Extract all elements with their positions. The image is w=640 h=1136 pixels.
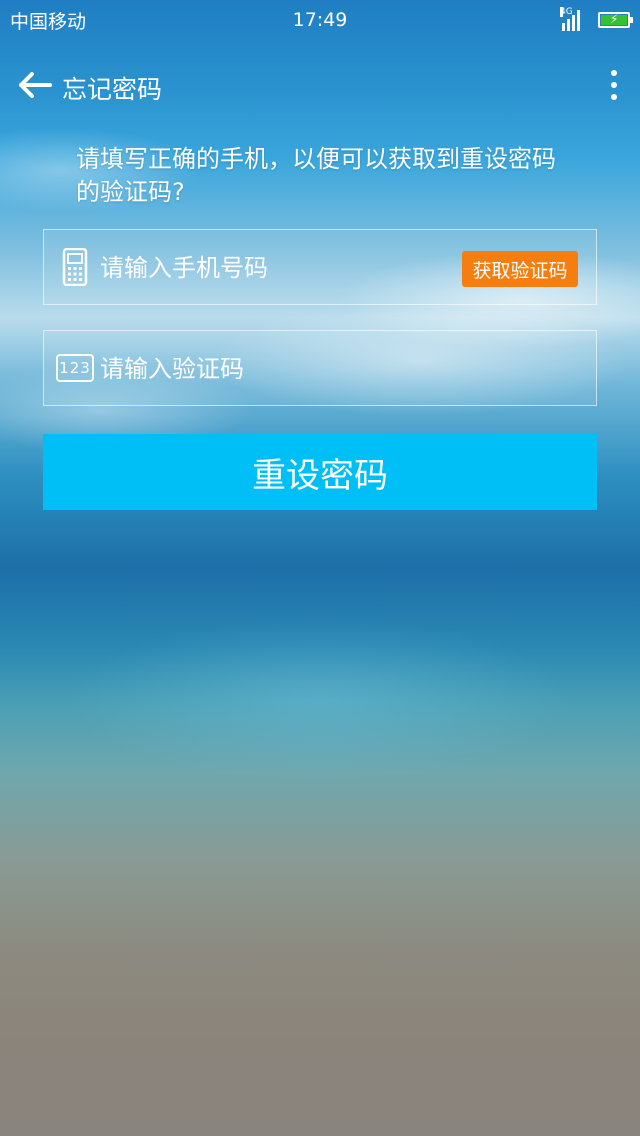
status-bar: 中国移动 17:49 4G ⚡ (0, 0, 640, 40)
code-input[interactable] (100, 349, 440, 389)
code-field: 123 (43, 330, 597, 406)
reset-password-button[interactable]: 重设密码 (43, 434, 597, 510)
phone-input[interactable] (100, 248, 440, 288)
app-header: 忘记密码 (0, 60, 640, 110)
phone-icon (56, 248, 94, 286)
code-icon-text: 123 (56, 354, 94, 382)
code-icon: 123 (56, 349, 94, 387)
get-code-button[interactable]: 获取验证码 (462, 251, 578, 287)
back-arrow-icon[interactable] (18, 71, 52, 99)
battery-icon: ⚡ (598, 12, 633, 28)
page-title: 忘记密码 (62, 75, 163, 104)
more-vertical-icon[interactable] (610, 70, 618, 100)
signal-icon: 4G (560, 7, 588, 31)
status-time: 17:49 (292, 9, 348, 31)
network-type: 4G (560, 7, 573, 17)
phone-field: 获取验证码 (43, 229, 597, 305)
instruction-text: 请填写正确的手机，以便可以获取到重设密码的验证码? (76, 145, 556, 206)
